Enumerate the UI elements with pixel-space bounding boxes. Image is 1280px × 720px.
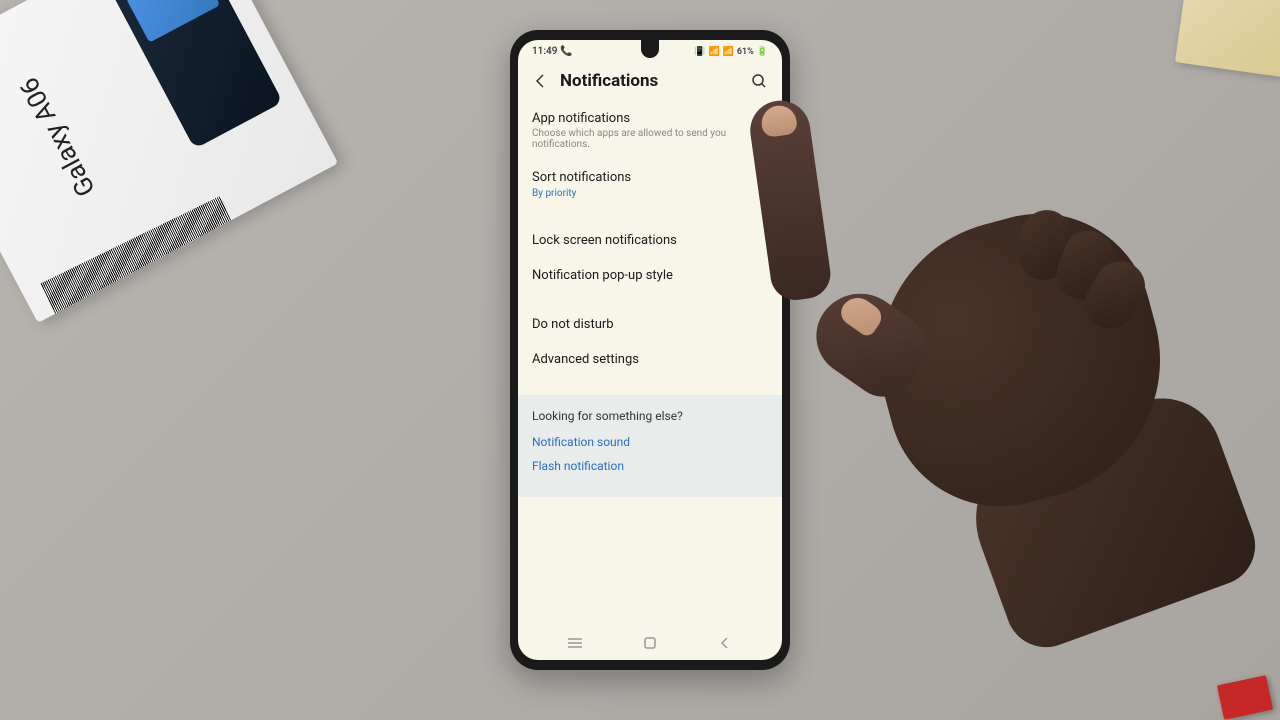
box-model-label: Galaxy A06 [14, 72, 102, 201]
setting-do-not-disturb[interactable]: Do not disturb [532, 307, 768, 342]
hand [740, 100, 1160, 600]
page-header: Notifications [518, 59, 782, 101]
barcode [41, 196, 238, 320]
link-notification-sound[interactable]: Notification sound [532, 435, 768, 449]
phone-frame: 11:49 📞 📳 📶 📶 61% 🔋 Notifications [510, 30, 790, 670]
setting-title: Lock screen notifications [532, 233, 768, 248]
product-box: SAMSUNG Galaxy A06 [0, 0, 338, 323]
setting-title: Sort notifications [532, 170, 768, 185]
setting-sort-notifications[interactable]: Sort notifications By priority [532, 160, 768, 209]
battery-percentage: 61% [737, 47, 754, 57]
setting-title: Do not disturb [532, 317, 768, 332]
box-phone-image [110, 0, 283, 149]
setting-title: App notifications [532, 111, 768, 126]
vibrate-icon: 📳 [694, 47, 705, 57]
wifi-icon: 📶 [708, 47, 719, 57]
setting-title: Advanced settings [532, 352, 768, 367]
phone-screen: 11:49 📞 📳 📶 📶 61% 🔋 Notifications [518, 40, 782, 660]
setting-subtitle: Choose which apps are allowed to send yo… [532, 128, 768, 150]
setting-advanced[interactable]: Advanced settings [532, 342, 768, 377]
setting-title: Notification pop-up style [532, 268, 768, 283]
camera-notch [641, 40, 659, 58]
red-block-decoration [1217, 675, 1273, 720]
nav-back-button[interactable] [715, 636, 735, 650]
setting-popup-style[interactable]: Notification pop-up style [532, 258, 768, 293]
nav-home-button[interactable] [640, 636, 660, 650]
call-icon: 📞 [560, 46, 572, 57]
footer-title: Looking for something else? [532, 409, 768, 423]
link-flash-notification[interactable]: Flash notification [532, 459, 768, 473]
footer-section: Looking for something else? Notification… [518, 395, 782, 497]
page-title: Notifications [560, 71, 740, 91]
wood-block-decoration [1175, 0, 1280, 77]
status-time: 11:49 [532, 46, 557, 57]
settings-list: App notifications Choose which apps are … [518, 101, 782, 377]
setting-lock-screen-notifications[interactable]: Lock screen notifications [532, 223, 768, 258]
nav-recent-button[interactable] [565, 636, 585, 650]
signal-icon: 📶 [723, 47, 734, 57]
setting-app-notifications[interactable]: App notifications Choose which apps are … [532, 101, 768, 160]
navigation-bar [518, 626, 782, 660]
search-button[interactable] [750, 72, 768, 90]
back-button[interactable] [532, 72, 550, 90]
setting-value: By priority [532, 188, 768, 199]
battery-icon: 🔋 [757, 47, 768, 57]
